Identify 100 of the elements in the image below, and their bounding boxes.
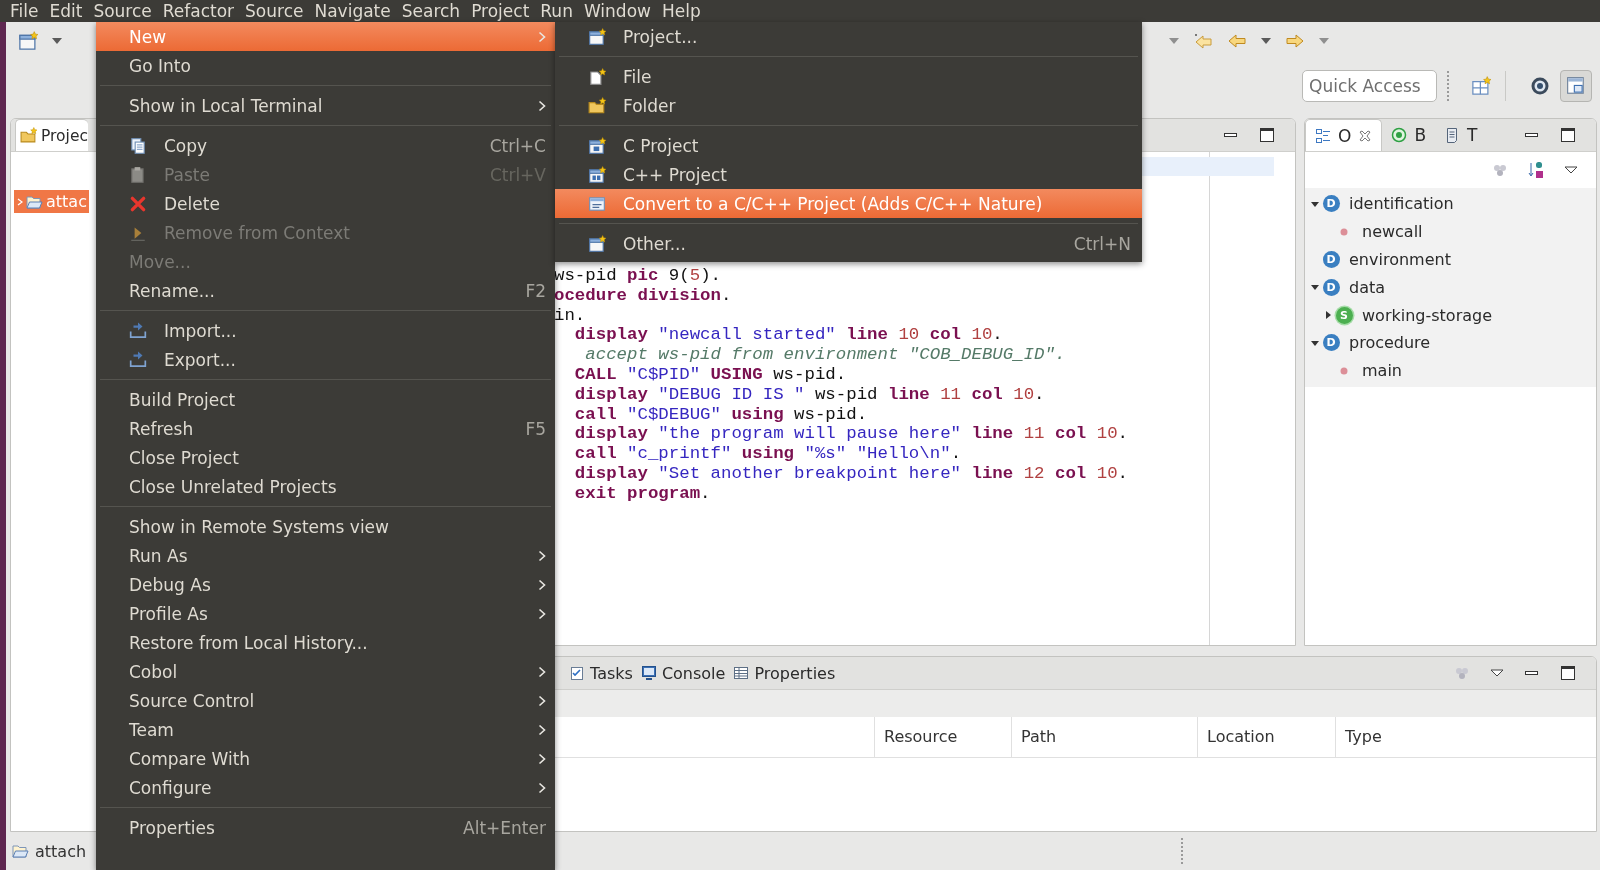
menu-item[interactable]: Close Unrelated Projects [96,472,555,501]
menu-item[interactable]: Export... [96,345,555,374]
dropdown-caret-icon[interactable] [1169,38,1179,44]
view-tab[interactable]: O [1305,119,1383,151]
menu-item[interactable]: C++ Project [555,160,1142,189]
menu-bar-item[interactable]: File [10,0,39,22]
maximize-icon[interactable] [1560,127,1576,143]
maximize-icon[interactable] [1560,665,1576,681]
filter-dots-icon[interactable] [1492,162,1508,178]
menu-item[interactable]: Other... Ctrl+N [555,229,1142,258]
menu-item[interactable]: Delete [96,189,555,218]
new-file-icon [588,67,606,86]
menu-bar-item[interactable]: Project [471,0,530,22]
maximize-icon[interactable] [1259,127,1275,143]
column-header[interactable]: Type [1335,717,1596,757]
menu-item[interactable]: File [555,62,1142,91]
menu-item[interactable]: Import... [96,316,555,345]
code-line: display "the program will pause here" line 11 col 10. [573,424,1129,445]
folder-icon [12,843,29,859]
table-icon [733,665,750,681]
perspective-button[interactable] [1560,70,1592,102]
shortcut-label: Ctrl+C [489,135,546,156]
tree-item[interactable]: S working-storage [1305,301,1498,329]
menu-bar-item[interactable]: Run [540,0,573,22]
column-header[interactable]: Resource [874,717,1011,757]
menu-bar-item[interactable]: Source [93,0,152,22]
menu-item[interactable]: Folder [555,91,1142,120]
tree-item[interactable]: D data [1305,273,1392,302]
window-icon [588,194,606,213]
project-explorer-tab[interactable]: Projec [15,119,88,151]
menu-bar-item[interactable]: Help [661,0,701,22]
menu-item[interactable]: Show in Local Terminal [96,91,555,120]
code-line: in. [554,305,586,326]
menu-item[interactable]: Build Project [96,385,555,414]
menu-bar-item[interactable]: Window [583,0,651,22]
menu-item[interactable]: Configure [96,773,555,802]
copy-icon [129,136,147,155]
open-perspective-icon[interactable] [1471,76,1491,96]
menu-item[interactable]: Project... [555,22,1142,51]
quick-access-field[interactable]: Quick Access [1302,70,1437,102]
menu-item[interactable]: Restore from Local History... [96,628,555,657]
minimize-icon[interactable] [1524,132,1540,138]
menu-item[interactable]: Cobol [96,657,555,686]
minimize-icon[interactable] [1223,132,1239,138]
menu-bar-item[interactable]: Navigate [314,0,391,22]
code-line: CALL "C$PID" USING ws-pid. [573,365,847,385]
menu-item[interactable]: Source Control [96,686,555,715]
column-header[interactable]: Location [1197,717,1335,757]
outline-icon [1315,127,1331,144]
filter-dots-icon[interactable] [1454,665,1470,681]
view-menu-icon[interactable] [1564,166,1578,174]
menu-bar-item[interactable]: Refactor [162,0,235,22]
tree-item[interactable]: newcall [1305,217,1429,246]
shortcut-label: F2 [525,280,546,301]
view-tab[interactable]: Properties [729,657,840,689]
menu-item[interactable]: Go Into [96,51,555,80]
tree-item[interactable]: D identification [1305,190,1460,218]
menu-bar-item[interactable]: Edit [49,0,83,22]
tree-item[interactable]: D procedure [1305,329,1437,357]
code-line: ws-pid pic 9(5). [554,266,721,286]
minimize-icon[interactable] [1524,670,1540,676]
tree-item[interactable]: main [1305,356,1408,385]
view-tab[interactable]: Console [636,657,730,689]
view-menu-icon[interactable] [1490,669,1504,677]
new-wizard-icon[interactable] [18,31,38,51]
division-badge: D [1322,195,1340,213]
menu-item[interactable]: Show in Remote Systems view [96,512,555,541]
dropdown-caret-icon[interactable] [1319,38,1329,44]
menu-item[interactable]: Compare With [96,744,555,773]
collapsed-arrow-icon[interactable] [1323,310,1333,321]
column-header[interactable]: Path [1011,717,1197,757]
new-folder-icon [588,96,606,115]
menu-item[interactable]: C Project [555,131,1142,160]
sort-icon[interactable] [1528,161,1544,179]
menu-item[interactable]: Refresh F5 [96,414,555,443]
menu-item[interactable]: Properties Alt+Enter [96,813,555,842]
menu-item[interactable]: Team [96,715,555,744]
menu-item[interactable]: Debug As [96,570,555,599]
view-tab[interactable]: T [1435,119,1487,151]
menu-bar-item[interactable]: Source [245,0,304,22]
code-line: display "Set another breakpoint here" line 12 col 10. [573,463,1129,484]
menu-item[interactable]: Profile As [96,599,555,628]
section-badge: S [1335,306,1353,324]
menu-bar-item[interactable]: Search [401,0,461,22]
menu-item[interactable]: Run As [96,541,555,570]
status-text: attach [35,841,87,861]
dot-icon [1339,365,1349,376]
code-line: accept ws-pid from environment "COB_DEBUG_ID". [584,345,1066,365]
dropdown-caret-icon[interactable] [1261,38,1271,44]
view-tab[interactable]: Tasks [565,657,637,689]
dropdown-caret-icon[interactable] [52,38,62,44]
menu-item[interactable]: Rename... F2 [96,276,555,305]
code-line: ocedure division. [554,285,732,306]
menu-item[interactable]: Close Project [96,443,555,472]
tree-item[interactable]: D environment [1305,245,1457,274]
view-tab[interactable]: B [1382,119,1436,151]
shortcut-label: Ctrl+N [1073,233,1131,254]
menu-item[interactable]: Copy Ctrl+C [96,131,555,160]
tray-icon [129,350,147,369]
close-icon[interactable] [1358,128,1373,143]
